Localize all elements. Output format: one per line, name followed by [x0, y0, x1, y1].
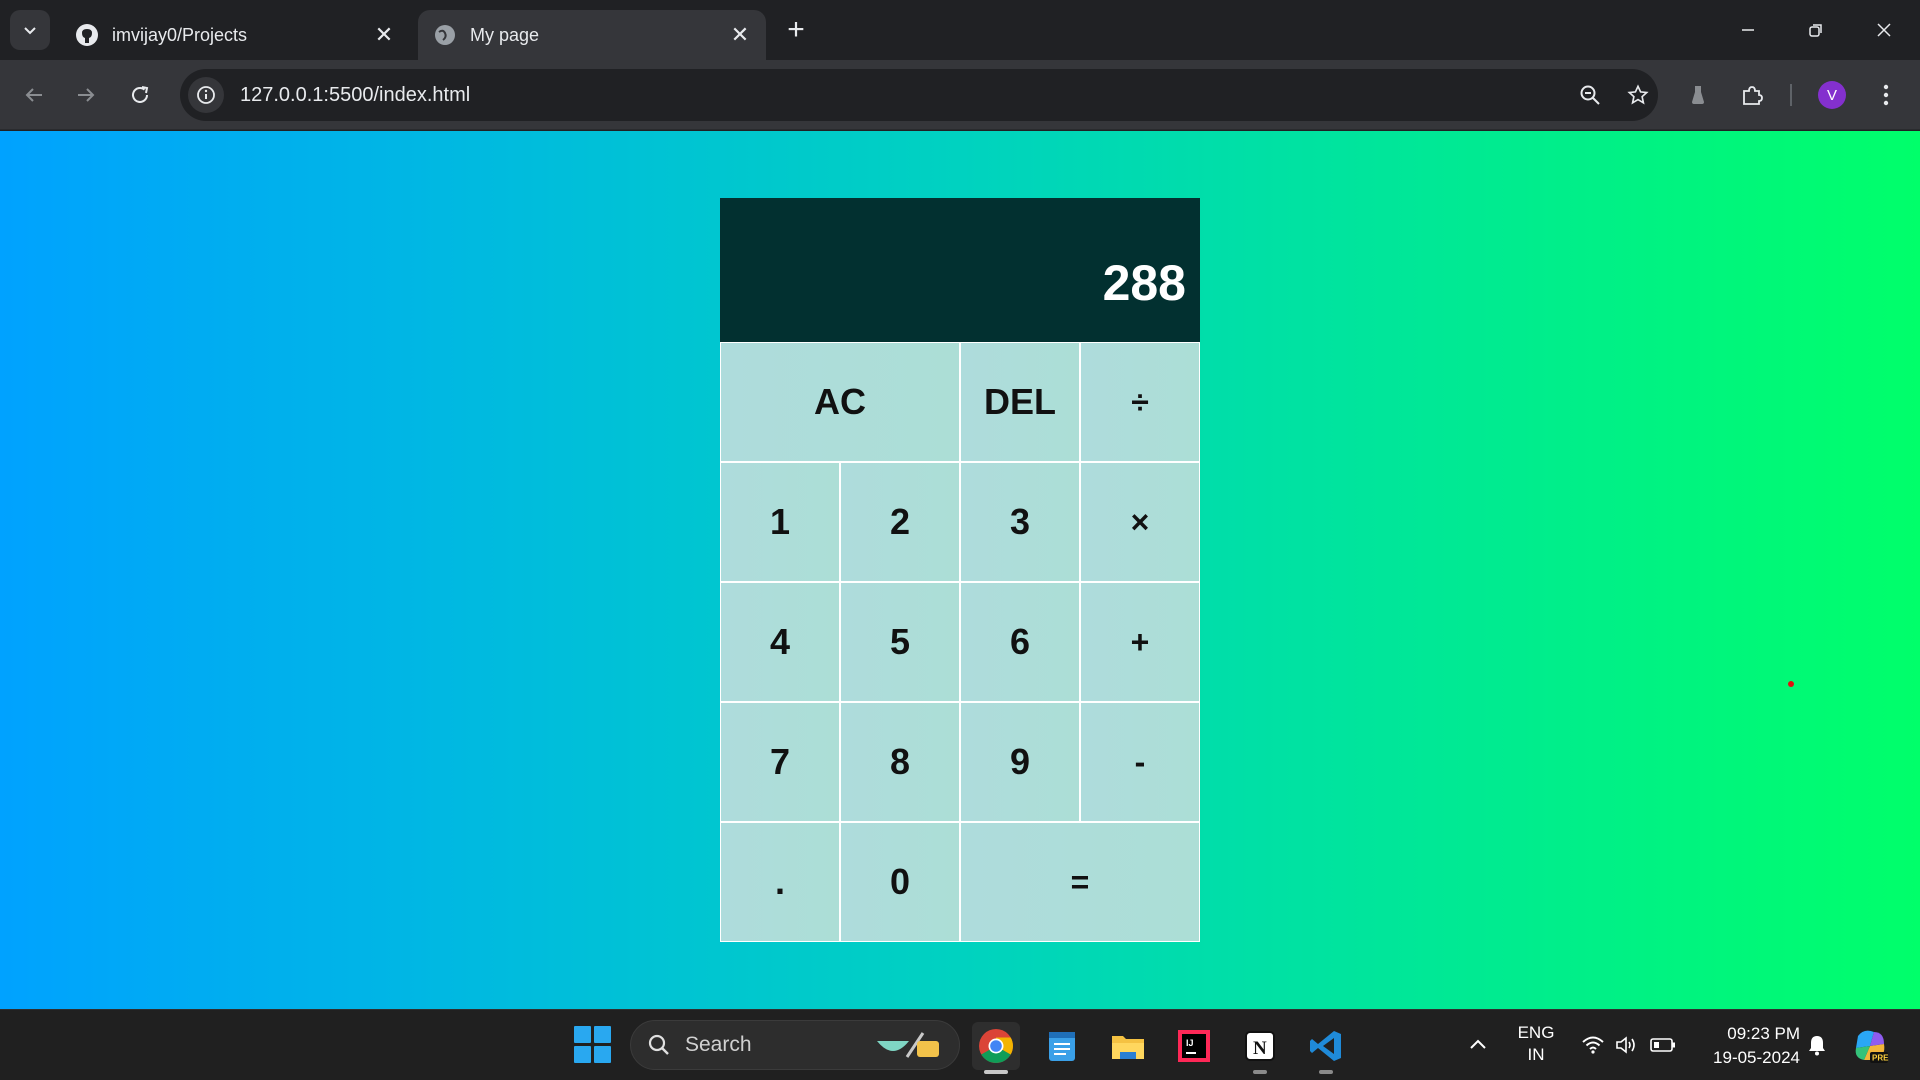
- forward-arrow-icon[interactable]: [66, 75, 106, 115]
- chrome-icon[interactable]: [972, 1022, 1020, 1074]
- show-hidden-icons-chevron-up-icon[interactable]: [1464, 1030, 1492, 1058]
- chevron-down-icon: [24, 27, 36, 35]
- new-tab-plus-icon[interactable]: +: [780, 13, 812, 46]
- running-indicator: [1319, 1070, 1333, 1074]
- svg-text:IJ: IJ: [1186, 1038, 1194, 1048]
- tab-title: imvijay0/Projects: [112, 24, 248, 45]
- calculator: 288 AC DEL ÷ 1 2 3 × 4 5 6 + 7 8 9 - . 0…: [720, 198, 1200, 942]
- windows-taskbar: Search IJ N ENG IN 09:23 PM 19-05-2024 P…: [0, 1009, 1920, 1080]
- browser-title-bar: imvijay0/Projects ✕ My page ✕ +: [0, 0, 1920, 60]
- digit-8-button[interactable]: 8: [840, 702, 960, 822]
- all-clear-button[interactable]: AC: [720, 342, 960, 462]
- reload-icon[interactable]: [120, 75, 160, 115]
- search-highlight-illustration-icon: [877, 1032, 939, 1058]
- search-label: Search: [685, 1033, 752, 1056]
- system-clock[interactable]: 09:23 PM 19-05-2024: [1690, 1022, 1800, 1070]
- tab-search-button[interactable]: [10, 10, 50, 50]
- digit-0-button[interactable]: 0: [840, 822, 960, 942]
- bookmark-star-icon[interactable]: [1620, 77, 1656, 113]
- github-icon: [74, 22, 100, 48]
- tab-github[interactable]: imvijay0/Projects ✕: [60, 10, 410, 60]
- taskbar-search-box[interactable]: Search: [630, 1020, 960, 1070]
- search-icon: [648, 1034, 669, 1055]
- wifi-icon[interactable]: [1578, 1030, 1608, 1060]
- multiply-button[interactable]: ×: [1080, 462, 1200, 582]
- extensions-puzzle-icon[interactable]: [1734, 77, 1770, 113]
- language-line1: ENG: [1517, 1023, 1555, 1042]
- notion-icon[interactable]: N: [1236, 1022, 1284, 1074]
- restore-icon[interactable]: [1788, 8, 1844, 52]
- running-indicator: [1253, 1070, 1267, 1074]
- browser-toolbar: 127.0.0.1:5500/index.html V: [0, 60, 1920, 130]
- globe-icon: [432, 22, 458, 48]
- intellij-icon[interactable]: IJ: [1170, 1022, 1218, 1070]
- close-tab-icon[interactable]: ✕: [372, 22, 396, 47]
- language-line2: IN: [1527, 1045, 1545, 1064]
- subtract-button[interactable]: -: [1080, 702, 1200, 822]
- digit-6-button[interactable]: 6: [960, 582, 1080, 702]
- windows-start-icon[interactable]: [574, 1026, 612, 1064]
- kebab-menu-icon[interactable]: [1868, 77, 1904, 113]
- zoom-icon[interactable]: [1572, 77, 1608, 113]
- notepad-icon[interactable]: [1038, 1022, 1086, 1070]
- delete-button[interactable]: DEL: [960, 342, 1080, 462]
- decimal-point-button[interactable]: .: [720, 822, 840, 942]
- running-indicator: [984, 1070, 1008, 1074]
- url-text: 127.0.0.1:5500/index.html: [240, 83, 471, 106]
- clock-time: 09:23 PM: [1727, 1024, 1800, 1043]
- minimize-icon[interactable]: [1720, 8, 1776, 52]
- calculator-display: 288: [720, 198, 1200, 342]
- copilot-icon[interactable]: PRE: [1850, 1026, 1890, 1066]
- close-tab-icon[interactable]: ✕: [728, 22, 752, 47]
- notification-bell-icon[interactable]: [1802, 1030, 1832, 1060]
- equals-button[interactable]: =: [960, 822, 1200, 942]
- volume-icon[interactable]: [1612, 1030, 1642, 1060]
- window-close-icon[interactable]: [1856, 8, 1912, 52]
- digit-3-button[interactable]: 3: [960, 462, 1080, 582]
- clock-date: 19-05-2024: [1713, 1048, 1800, 1067]
- svg-text:N: N: [1253, 1038, 1267, 1059]
- divide-button[interactable]: ÷: [1080, 342, 1200, 462]
- display-value: 288: [1102, 255, 1186, 311]
- toolbar-separator: [1790, 84, 1792, 106]
- calculator-keypad: AC DEL ÷ 1 2 3 × 4 5 6 + 7 8 9 - . 0 =: [720, 342, 1200, 942]
- battery-icon[interactable]: [1648, 1030, 1678, 1060]
- vscode-icon[interactable]: [1302, 1022, 1350, 1074]
- profile-avatar[interactable]: V: [1818, 81, 1846, 109]
- tab-my-page[interactable]: My page ✕: [418, 10, 766, 60]
- add-button[interactable]: +: [1080, 582, 1200, 702]
- cursor-dot: [1788, 681, 1794, 687]
- digit-9-button[interactable]: 9: [960, 702, 1080, 822]
- language-indicator[interactable]: ENG IN: [1510, 1022, 1562, 1066]
- digit-2-button[interactable]: 2: [840, 462, 960, 582]
- digit-7-button[interactable]: 7: [720, 702, 840, 822]
- digit-4-button[interactable]: 4: [720, 582, 840, 702]
- svg-text:PRE: PRE: [1872, 1054, 1889, 1063]
- tab-title: My page: [470, 24, 540, 45]
- page-viewport: 288 AC DEL ÷ 1 2 3 × 4 5 6 + 7 8 9 - . 0…: [0, 131, 1920, 1009]
- site-info-icon[interactable]: [188, 77, 224, 113]
- file-explorer-icon[interactable]: [1104, 1022, 1152, 1070]
- labs-flask-icon[interactable]: [1680, 77, 1716, 113]
- address-bar[interactable]: 127.0.0.1:5500/index.html: [180, 69, 1658, 121]
- back-arrow-icon[interactable]: [14, 75, 54, 115]
- digit-5-button[interactable]: 5: [840, 582, 960, 702]
- digit-1-button[interactable]: 1: [720, 462, 840, 582]
